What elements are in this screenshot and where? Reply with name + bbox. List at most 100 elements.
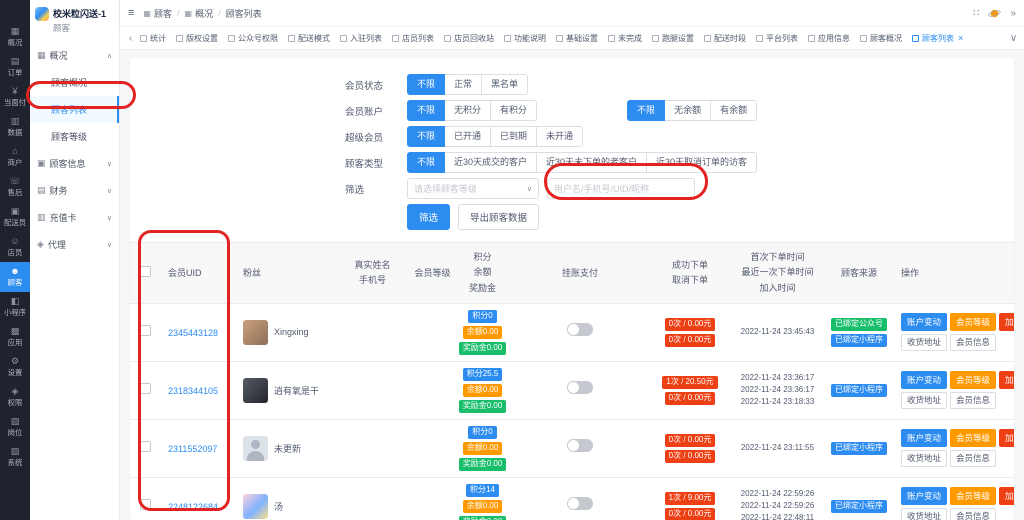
option-unlimited[interactable]: 不限	[407, 74, 446, 95]
add-blacklist-button[interactable]: 加入黑名单	[999, 487, 1014, 505]
option-no-balance[interactable]: 无余额	[664, 100, 712, 121]
menu-section-customer-info[interactable]: ▣ 顾客信息 ∨	[30, 150, 119, 177]
rail-item-aftersale[interactable]: ☏ 售后	[0, 172, 30, 202]
tab-basic-settings[interactable]: 基础设置	[553, 31, 601, 46]
rail-item-permissions[interactable]: ◈ 权限	[0, 382, 30, 412]
shipping-address-button[interactable]: 收货地址	[901, 333, 948, 352]
rail-item-facepay[interactable]: ¥ 当面付	[0, 82, 30, 112]
customer-level-select[interactable]: 请选择顾客等级 ∨	[407, 178, 539, 199]
option-unlimited[interactable]: 不限	[407, 126, 446, 147]
export-customers-button[interactable]: 导出顾客数据	[458, 204, 540, 230]
shipping-address-button[interactable]: 收货地址	[901, 449, 948, 468]
member-uid-link[interactable]: 2311552097	[168, 444, 217, 454]
member-info-button[interactable]: 会员信息	[950, 449, 997, 468]
tab-customer-overview[interactable]: 顾客概况	[857, 31, 905, 46]
option-unlimited[interactable]: 不限	[407, 100, 446, 121]
member-level-button[interactable]: 会员等级	[950, 429, 997, 447]
option-recent-buyers[interactable]: 近30天成交的客户	[444, 152, 538, 173]
tab-official-account-perms[interactable]: 公众号权限	[225, 31, 281, 46]
member-uid-link[interactable]: 2345443128	[168, 328, 218, 338]
tab-app-info[interactable]: 应用信息	[805, 31, 853, 46]
option-blacklist[interactable]: 黑名单	[481, 74, 529, 95]
menu-section-finance[interactable]: ▤ 财务 ∨	[30, 177, 119, 204]
member-info-button[interactable]: 会员信息	[950, 333, 997, 352]
member-info-button[interactable]: 会员信息	[950, 507, 997, 520]
shipping-address-button[interactable]: 收货地址	[901, 391, 948, 410]
option-expired[interactable]: 已到期	[490, 126, 538, 147]
row-checkbox[interactable]	[139, 441, 151, 453]
option-inactive-old-customers[interactable]: 近30天未下单的老客户	[536, 152, 648, 173]
rail-item-data[interactable]: ▥ 数据	[0, 112, 30, 142]
expand-right-icon[interactable]: »	[1010, 8, 1016, 19]
row-checkbox[interactable]	[139, 325, 151, 337]
tab-delivery-mode[interactable]: 配送模式	[285, 31, 333, 46]
add-blacklist-button[interactable]: 加入黑名单	[999, 429, 1014, 447]
breadcrumb-item-overview[interactable]: ▦ 概况	[185, 7, 214, 20]
filter-submit-button[interactable]: 筛选	[407, 204, 451, 230]
breadcrumb-item-customer-list[interactable]: 顾客列表	[226, 7, 262, 20]
member-level-button[interactable]: 会员等级	[950, 487, 997, 505]
credit-pay-toggle[interactable]	[567, 497, 593, 511]
option-unlimited[interactable]: 不限	[627, 100, 666, 121]
tab-platform-list[interactable]: 平台列表	[753, 31, 801, 46]
planet-icon[interactable]	[988, 7, 1002, 20]
account-change-button[interactable]: 账户变动	[901, 371, 948, 389]
tab-stats[interactable]: 统计	[137, 31, 169, 46]
tab-clerk-recycle[interactable]: 店员回收站	[441, 31, 497, 46]
tab-close-icon[interactable]: ×	[958, 33, 963, 43]
keyword-search-input[interactable]	[547, 178, 695, 199]
select-all-checkbox[interactable]	[139, 266, 151, 278]
member-uid-link[interactable]: 2248122684	[168, 502, 218, 512]
option-has-points[interactable]: 有积分	[490, 100, 538, 121]
account-change-button[interactable]: 账户变动	[901, 313, 948, 331]
rail-item-orders[interactable]: ▤ 订单	[0, 52, 30, 82]
account-change-button[interactable]: 账户变动	[901, 487, 948, 505]
account-change-button[interactable]: 账户变动	[901, 429, 948, 447]
tab-feature-description[interactable]: 功能说明	[501, 31, 549, 46]
sidebar-collapse-icon[interactable]: ≡	[128, 7, 134, 19]
menu-item-customer-list[interactable]: 顾客列表	[30, 96, 119, 123]
option-activated[interactable]: 已开通	[444, 126, 492, 147]
rail-item-system[interactable]: ▨ 系统	[0, 442, 30, 472]
breadcrumb-item-customer[interactable]: ▦ 顾客	[143, 7, 172, 20]
menu-item-customer-level[interactable]: 顾客等级	[30, 123, 119, 150]
option-unlimited[interactable]: 不限	[407, 152, 446, 173]
rail-item-merchant[interactable]: ⌂ 商户	[0, 142, 30, 172]
member-uid-link[interactable]: 2318344105	[168, 386, 218, 396]
tabs-dropdown-icon[interactable]: ∨	[1007, 33, 1020, 44]
menu-section-recharge-card[interactable]: ▥ 充值卡 ∨	[30, 204, 119, 231]
row-checkbox[interactable]	[139, 383, 151, 395]
option-no-points[interactable]: 无积分	[444, 100, 492, 121]
tab-unfinished[interactable]: 未完成	[605, 31, 645, 46]
rail-item-clerk[interactable]: ☺ 店员	[0, 232, 30, 262]
rail-item-posts[interactable]: ▧ 岗位	[0, 412, 30, 442]
option-cancelled-visitors[interactable]: 近30天取消订单的访客	[646, 152, 758, 173]
tab-copyright-settings[interactable]: 版权设置	[173, 31, 221, 46]
tab-clerk-list[interactable]: 店员列表	[389, 31, 437, 46]
tab-delivery-times[interactable]: 配送时段	[701, 31, 749, 46]
add-blacklist-button[interactable]: 加入黑名单	[999, 371, 1014, 389]
shipping-address-button[interactable]: 收货地址	[901, 507, 948, 520]
tabs-scroll-left-icon[interactable]: ‹	[124, 33, 137, 44]
credit-pay-toggle[interactable]	[567, 439, 593, 453]
menu-item-customer-overview[interactable]: 顾客概况	[30, 69, 119, 96]
member-info-button[interactable]: 会员信息	[950, 391, 997, 410]
rail-item-miniprogram[interactable]: ◧ 小程序	[0, 292, 30, 322]
menu-section-agent[interactable]: ◈ 代理 ∨	[30, 231, 119, 258]
member-level-button[interactable]: 会员等级	[950, 371, 997, 389]
rail-item-apps[interactable]: ▩ 应用	[0, 322, 30, 352]
rail-item-settings[interactable]: ⚙ 设置	[0, 352, 30, 382]
fullscreen-icon[interactable]: ∷	[973, 8, 979, 19]
tab-errand-settings[interactable]: 跑腿设置	[649, 31, 697, 46]
tab-settle-list[interactable]: 入驻列表	[337, 31, 385, 46]
add-blacklist-button[interactable]: 加入黑名单	[999, 313, 1014, 331]
credit-pay-toggle[interactable]	[567, 323, 593, 337]
menu-section-overview[interactable]: ▦ 概况 ∧	[30, 42, 119, 69]
member-level-button[interactable]: 会员等级	[950, 313, 997, 331]
tab-customer-list[interactable]: 顾客列表 ×	[909, 31, 966, 46]
rail-item-customer[interactable]: ☻ 顾客	[0, 262, 30, 292]
option-has-balance[interactable]: 有余额	[710, 100, 758, 121]
row-checkbox[interactable]	[139, 499, 151, 511]
credit-pay-toggle[interactable]	[567, 381, 593, 395]
option-not-activated[interactable]: 未开通	[536, 126, 584, 147]
